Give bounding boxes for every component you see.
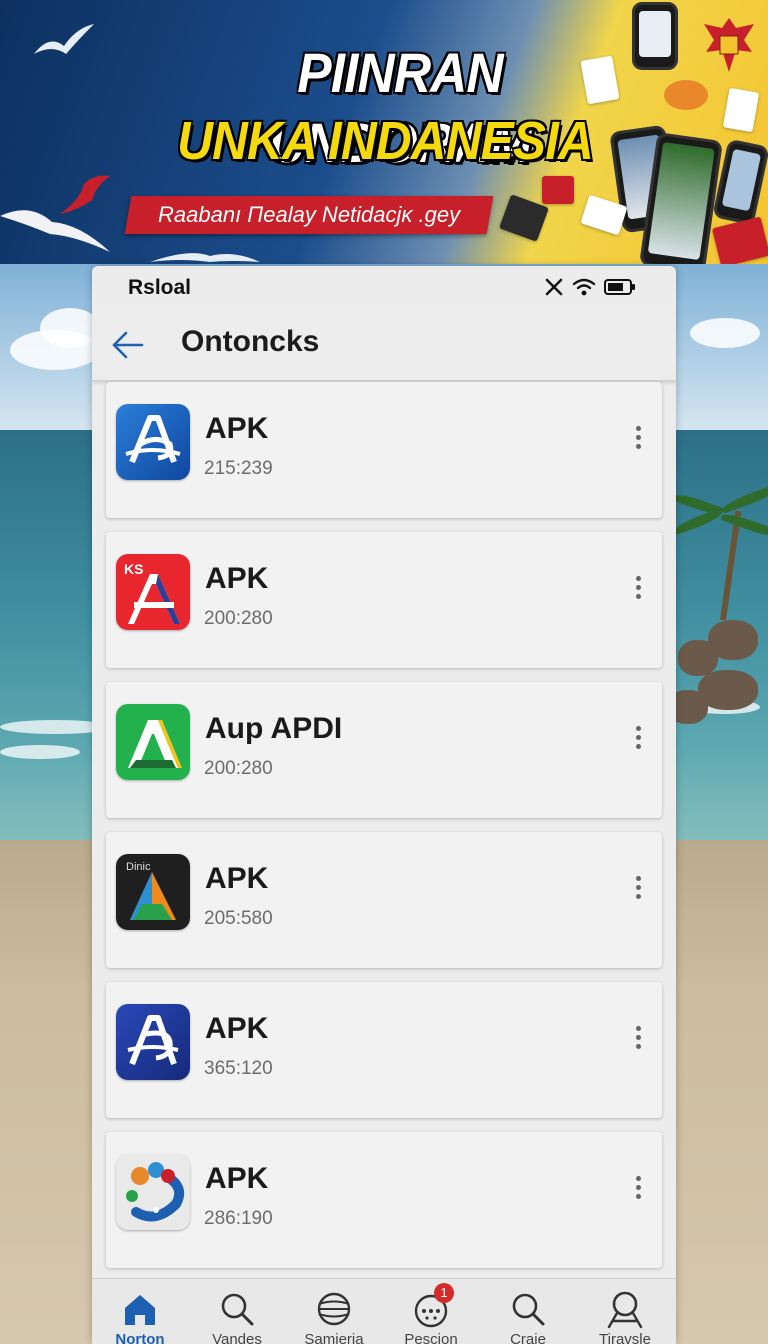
card-illustration — [711, 216, 768, 264]
more-options-button[interactable] — [628, 422, 648, 458]
app-list-item[interactable]: Dinic APK 205:580 — [106, 832, 662, 968]
notification-badge: 1 — [434, 1283, 454, 1303]
globe-icon — [317, 1292, 351, 1326]
garuda-emblem-icon — [704, 18, 754, 72]
app-name: APK — [205, 862, 269, 895]
cloud — [40, 308, 100, 348]
search-person-icon — [607, 1291, 643, 1329]
more-options-button[interactable] — [628, 722, 648, 758]
nav-label: Pescion — [404, 1331, 458, 1344]
more-options-button[interactable] — [628, 572, 648, 608]
nav-label: Vandes — [212, 1331, 262, 1344]
app-meta: 205:580 — [204, 908, 273, 929]
nav-item-globe[interactable]: Samieria — [286, 1279, 382, 1344]
more-options-button[interactable] — [628, 1022, 648, 1058]
seagull-icon — [150, 253, 260, 262]
wave-foam — [0, 745, 80, 759]
app-meta: 365:120 — [204, 1058, 273, 1079]
banner-ribbon: Raabanı Πealay Nеtidacjĸ .gey — [124, 196, 494, 234]
carrier-label: Rsloal — [128, 276, 192, 299]
app-window: Rsloal Ontoncks APK 215:239 KS APK 200:2… — [92, 266, 676, 1344]
back-button[interactable] — [108, 324, 148, 364]
green-a-icon — [116, 704, 190, 780]
icon-badge-text: KS — [124, 561, 143, 577]
nav-item-notifications[interactable]: 1 Pescion — [383, 1279, 479, 1344]
page-title: Ontoncks — [181, 325, 320, 358]
fruit-illustration — [664, 80, 708, 110]
close-icon — [545, 278, 563, 296]
nav-label: Tiravsle — [599, 1331, 651, 1344]
nav-item-home[interactable]: Norton — [92, 1279, 188, 1344]
nav-item-search[interactable]: Vandes — [189, 1279, 285, 1344]
app-name: APK — [205, 412, 269, 445]
battery-icon — [604, 279, 635, 295]
palm-tree — [673, 480, 768, 621]
wifi-icon — [572, 278, 596, 296]
app-meta: 215:239 — [204, 458, 273, 479]
status-icons — [544, 275, 636, 299]
nav-item-profile-search[interactable]: Tiravsle — [577, 1279, 673, 1344]
app-name: APK — [205, 1012, 269, 1045]
bottom-navigation: Norton Vandes Samieria 1 Pescion Craie T… — [92, 1278, 676, 1344]
phone-illustration — [632, 2, 678, 70]
blue-a-icon — [116, 404, 190, 480]
app-list-item[interactable]: APK 365:120 — [106, 982, 662, 1118]
back-arrow-icon — [112, 331, 144, 359]
app-list-item[interactable]: Aup APDI 200:280 — [106, 682, 662, 818]
banner-ribbon-text: Raabanı Πealay Nеtidacjĸ .gey — [157, 202, 461, 227]
colorful-app-icon — [116, 1154, 190, 1230]
more-options-button[interactable] — [628, 872, 648, 908]
app-list-item[interactable]: KS APK 200:280 — [106, 532, 662, 668]
icon-badge-text: Dinic — [126, 861, 151, 873]
search-icon — [221, 1293, 254, 1326]
cloud — [690, 318, 760, 348]
app-bar: Ontoncks — [92, 308, 676, 381]
home-icon — [125, 1295, 155, 1325]
card-illustration — [722, 87, 760, 133]
status-bar: Rsloal — [92, 266, 676, 308]
app-name: Aup APDI — [205, 712, 343, 745]
nav-label: Craie — [510, 1331, 546, 1344]
app-meta: 286:190 — [204, 1208, 273, 1229]
app-name: APK — [205, 1162, 269, 1195]
promo-banner: PIINRAN UNDORAM UNKA INDANESIA Raabanı Π… — [0, 0, 768, 264]
app-meta: 200:280 — [204, 608, 273, 629]
app-name: APK — [205, 562, 269, 595]
red-bird-icon — [60, 175, 110, 214]
app-list-item[interactable]: APK 215:239 — [106, 382, 662, 518]
app-list-item[interactable]: APK 286:190 — [106, 1132, 662, 1268]
app-meta: 200:280 — [204, 758, 273, 779]
search-icon — [512, 1293, 545, 1326]
nav-label: Norton — [115, 1331, 165, 1344]
dark-a-icon: Dinic — [116, 854, 190, 930]
navy-a-icon — [116, 1004, 190, 1080]
banner-title-line-2: UNKA INDANESIA — [177, 111, 594, 171]
card-illustration — [542, 176, 574, 204]
seagull-icon — [34, 24, 94, 54]
more-options-button[interactable] — [628, 1172, 648, 1208]
red-a-icon: KS — [116, 554, 190, 630]
nav-item-search-2[interactable]: Craie — [480, 1279, 576, 1344]
nav-label: Samieria — [304, 1331, 364, 1344]
